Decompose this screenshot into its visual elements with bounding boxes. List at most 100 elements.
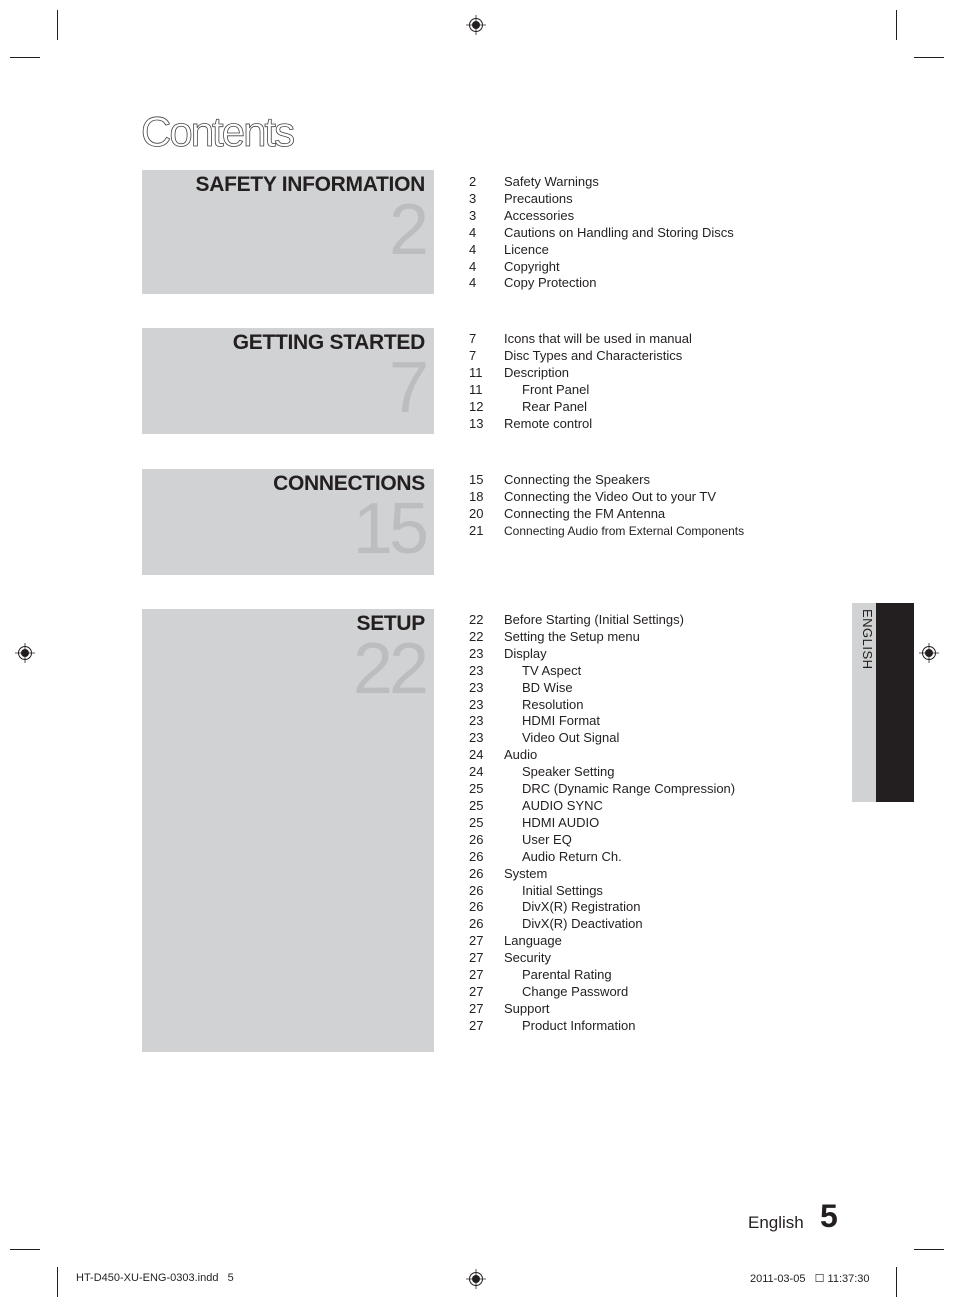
toc-entry-label: AUDIO SYNC xyxy=(522,797,603,813)
toc-entry-label: Cautions on Handling and Storing Discs xyxy=(504,224,734,240)
toc-entry[interactable]: 26 Initial Settings xyxy=(469,883,735,900)
toc-entry[interactable]: 22 Setting the Setup menu xyxy=(469,629,735,646)
toc-entry[interactable]: 23 HDMI Format xyxy=(469,713,735,730)
toc-entry[interactable]: 25 HDMI AUDIO xyxy=(469,815,735,832)
toc-entry[interactable]: 27 Parental Rating xyxy=(469,967,735,984)
toc-entry[interactable]: 26 DivX(R) Deactivation xyxy=(469,916,735,933)
toc-list-setup: 22 Before Starting (Initial Settings) 22 Se… xyxy=(469,612,735,1035)
toc-entry-page: 26 xyxy=(469,899,484,915)
toc-entry-label: DivX(R) Deactivation xyxy=(522,916,643,932)
language-tab-bar xyxy=(876,603,914,802)
toc-entry-page: 23 xyxy=(469,730,484,746)
toc-entry-label: Rear Panel xyxy=(522,398,588,414)
toc-entry-label: DivX(R) Registration xyxy=(522,899,641,915)
toc-entry[interactable]: 2 Safety Warnings xyxy=(469,174,734,191)
toc-entry-label: Audio Return Ch. xyxy=(522,848,622,864)
toc-entry[interactable]: 23 Display xyxy=(469,646,735,663)
toc-entry[interactable]: 3 Precautions xyxy=(469,191,734,208)
toc-entry[interactable]: 23 Video Out Signal xyxy=(469,730,735,747)
toc-entry[interactable]: 21 Connecting Audio from External Compone… xyxy=(469,523,744,540)
toc-entry-page: 24 xyxy=(469,747,484,763)
toc-entry[interactable]: 12 Rear Panel xyxy=(469,399,692,416)
toc-entry-label: Description xyxy=(504,364,570,380)
toc-entry[interactable]: 7 Disc Types and Characteristics xyxy=(469,348,692,365)
toc-entry[interactable]: 18 Connecting the Video Out to your TV xyxy=(469,489,744,506)
toc-entry-page: 22 xyxy=(469,612,484,627)
toc-entry[interactable]: 4 Cautions on Handling and Storing Discs xyxy=(469,225,734,242)
toc-entry-label: Language xyxy=(504,933,562,949)
toc-entry-page: 11 xyxy=(469,381,483,397)
toc-entry-label: Before Starting (Initial Settings) xyxy=(504,612,684,627)
toc-entry[interactable]: 11 Description xyxy=(469,365,692,382)
toc-entry-label: Resolution xyxy=(522,696,584,712)
toc-entry[interactable]: 27 Product Information xyxy=(469,1018,735,1035)
toc-entry[interactable]: 24 Speaker Setting xyxy=(469,764,735,781)
crop-mark xyxy=(10,1249,40,1250)
toc-entry[interactable]: 23 BD Wise xyxy=(469,680,735,697)
section-panel-safety-information: SAFETY INFORMATION 2 xyxy=(142,170,434,294)
toc-entry-label: Connecting the Video Out to your TV xyxy=(504,488,716,504)
toc-entry-page: 26 xyxy=(469,848,484,864)
toc-entry-label: Safety Warnings xyxy=(504,174,599,189)
toc-entry-label: Disc Types and Characteristics xyxy=(504,347,683,363)
toc-entry-label: Initial Settings xyxy=(522,882,603,898)
toc-entry[interactable]: 4 Copy Protection xyxy=(469,275,734,292)
toc-entry-page: 21 xyxy=(469,522,484,538)
page-title: Contents xyxy=(141,108,296,156)
toc-entry[interactable]: 24 Audio xyxy=(469,747,735,764)
toc-entry[interactable]: 11 Front Panel xyxy=(469,382,692,399)
toc-entry[interactable]: 15 Connecting the Speakers xyxy=(469,472,744,489)
toc-entry-label: Front Panel xyxy=(522,381,590,397)
toc-entry[interactable]: 22 Before Starting (Initial Settings) xyxy=(469,612,735,629)
toc-entry-page: 23 xyxy=(469,679,484,695)
toc-entry-label: HDMI AUDIO xyxy=(522,814,600,830)
toc-entry[interactable]: 27 Change Password xyxy=(469,984,735,1001)
toc-entry[interactable]: 23 TV Aspect xyxy=(469,663,735,680)
toc-entry[interactable]: 27 Support xyxy=(469,1001,735,1018)
toc-entry-page: 3 xyxy=(469,207,477,223)
toc-entry-page: 23 xyxy=(469,713,484,729)
toc-entry-label: System xyxy=(504,865,548,881)
toc-entry[interactable]: 27 Security xyxy=(469,950,735,967)
toc-entry-label: Icons that will be used in manual xyxy=(504,331,692,346)
toc-entry[interactable]: 25 DRC (Dynamic Range Compression) xyxy=(469,781,735,798)
toc-entry[interactable]: 25 AUDIO SYNC xyxy=(469,798,735,815)
toc-entry[interactable]: 23 Resolution xyxy=(469,697,735,714)
toc-entry-page: 13 xyxy=(469,415,484,431)
toc-entry[interactable]: 7 Icons that will be used in manual xyxy=(469,331,692,348)
toc-entry[interactable]: 4 Licence xyxy=(469,242,734,259)
toc-entry[interactable]: 4 Copyright xyxy=(469,259,734,276)
toc-entry-page: 27 xyxy=(469,967,484,983)
toc-entry-label: Connecting the Speakers xyxy=(504,472,650,487)
toc-entry-page: 7 xyxy=(469,331,477,346)
toc-entry[interactable]: 27 Language xyxy=(469,933,735,950)
crop-mark xyxy=(10,57,40,58)
toc-entry-label: Setting the Setup menu xyxy=(504,628,640,644)
print-slug-timestamp: 2011-03-05 ☐ 11:37:30 xyxy=(750,1273,870,1285)
toc-entry-page: 7 xyxy=(469,347,477,363)
toc-list-connections: 15 Connecting the Speakers 18 Connecting th… xyxy=(469,472,744,540)
toc-list-safety-information: 2 Safety Warnings 3 Precautions 3 Accessories… xyxy=(469,174,734,292)
toc-entry-label: Speaker Setting xyxy=(522,764,615,780)
footer-language: English xyxy=(748,1213,804,1232)
toc-entry-label: Precautions xyxy=(504,190,573,206)
toc-entry-page: 4 xyxy=(469,224,477,240)
toc-entry-page: 27 xyxy=(469,983,484,999)
toc-entry-page: 25 xyxy=(469,797,484,813)
toc-entry-label: TV Aspect xyxy=(522,662,582,678)
toc-entry[interactable]: 26 System xyxy=(469,866,735,883)
toc-entry-page: 4 xyxy=(469,275,477,291)
toc-entry[interactable]: 3 Accessories xyxy=(469,208,734,225)
toc-entry[interactable]: 26 DivX(R) Registration xyxy=(469,899,735,916)
toc-entry[interactable]: 13 Remote control xyxy=(469,416,692,433)
toc-entry-page: 25 xyxy=(469,814,484,830)
toc-entry[interactable]: 26 User EQ xyxy=(469,832,735,849)
toc-entry[interactable]: 26 Audio Return Ch. xyxy=(469,849,735,866)
toc-entry-page: 15 xyxy=(469,472,484,487)
toc-entry-page: 26 xyxy=(469,916,484,932)
toc-entry-label: Connecting Audio from External Component… xyxy=(504,523,745,538)
registration-mark-icon xyxy=(919,643,939,663)
toc-entry[interactable]: 20 Connecting the FM Antenna xyxy=(469,506,744,523)
toc-entry-page: 23 xyxy=(469,696,484,712)
toc-entry-page: 26 xyxy=(469,831,484,847)
